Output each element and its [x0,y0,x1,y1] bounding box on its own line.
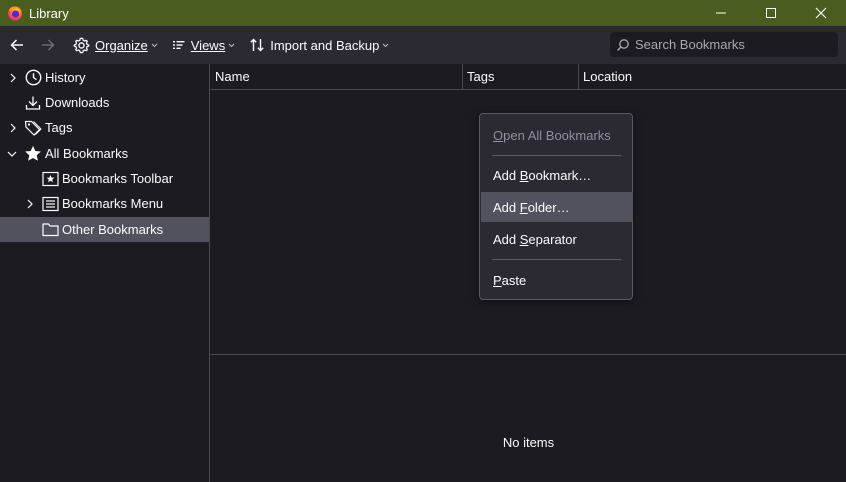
import-backup-menu-button[interactable]: Import and Backup [246,31,392,59]
sidebar-item-bookmarks-toolbar[interactable]: Bookmarks Toolbar [0,166,209,191]
menu-item-add-separator[interactable]: Add Separator [481,224,633,254]
column-label: Tags [467,69,495,84]
folder-icon [41,221,59,239]
toolbar: Organize Views Import and Backup [0,26,846,64]
sidebar-item-label: Downloads [45,95,110,110]
access-key: P [493,272,502,288]
search-input[interactable] [635,37,825,52]
sort-arrows-icon [250,38,264,52]
search-icon [617,38,629,51]
menu-item-label: Add Bookmark… [493,168,591,183]
chevron-down-icon [382,43,389,47]
back-button[interactable] [3,31,31,59]
label-suffix: ookmark… [528,167,592,183]
title-bar: Library [0,0,846,26]
sidebar-item-other-bookmarks[interactable]: Other Bookmarks [0,217,209,242]
clock-icon [24,69,42,87]
forward-arrow-icon [42,39,55,51]
label-suffix: aste [501,272,527,288]
menu-item-paste[interactable]: Paste [481,265,633,295]
menu-item-add-bookmark[interactable]: Add Bookmark… [481,160,633,190]
column-label: Location [583,69,633,84]
sidebar-item-label: Bookmarks Menu [62,196,164,211]
forward-button[interactable] [34,31,62,59]
empty-message: No items [502,435,555,450]
minimize-icon [716,12,726,14]
chevron-right-icon[interactable] [24,198,36,210]
sidebar-item-label: Bookmarks Toolbar [62,171,174,186]
firefox-icon [8,6,22,21]
label-suffix: eparator [528,231,577,247]
chevron-down-icon [228,43,235,47]
organize-menu-button[interactable]: Organize [70,31,161,59]
sidebar-item-tags[interactable]: Tags [0,115,209,140]
sidebar-item-bookmarks-menu[interactable]: Bookmarks Menu [0,191,209,216]
list-icon [172,41,185,49]
menu-item-label: Open All Bookmarks [493,128,611,143]
import-backup-label: Import and Backup [270,37,380,53]
access-key: F [519,199,528,215]
menu-item-label: Add Separator [493,232,577,247]
column-header-row: Name Tags Location [211,64,846,90]
search-box [610,32,838,57]
sidebar-tree: History Downloads Tags All Bookmarks Boo… [0,64,210,482]
sidebar-item-label: Tags [45,120,73,135]
label-suffix: pen All Bookmarks [503,127,611,143]
views-menu-button[interactable]: Views [169,31,238,59]
close-icon [815,7,827,19]
chevron-down-icon [151,43,158,47]
access-key: O [493,127,504,143]
bookmark-menu-icon [41,195,59,213]
column-header-name[interactable]: Name [211,64,463,89]
menu-separator [492,259,621,260]
views-label: Views [191,38,225,53]
organize-text: Organize [95,37,148,53]
window-title: Library [29,5,69,21]
organize-label: Organize [95,38,148,53]
menu-separator [492,155,621,156]
sidebar-item-label: History [45,70,86,85]
bookmark-toolbar-icon [41,170,59,188]
sidebar-item-all-bookmarks[interactable]: All Bookmarks [0,141,209,166]
menu-item-open-all-bookmarks[interactable]: Open All Bookmarks [481,120,633,150]
maximize-icon [766,8,776,18]
tag-icon [24,119,42,137]
chevron-right-icon[interactable] [7,122,19,134]
minimize-button[interactable] [696,0,746,26]
context-menu: Open All Bookmarks Add Bookmark… Add Fol… [479,113,633,300]
column-header-location[interactable]: Location [579,64,846,89]
star-icon [24,145,42,163]
maximize-button[interactable] [746,0,796,26]
download-icon [24,94,42,112]
back-arrow-icon [10,39,23,51]
sidebar-item-history[interactable]: History [0,65,209,90]
gear-icon [73,37,90,53]
label-suffix: older… [527,199,570,215]
menu-item-label: Add Folder… [493,200,570,215]
sidebar-item-label: Other Bookmarks [62,222,164,237]
menu-item-label: Paste [493,273,526,288]
sidebar-item-downloads[interactable]: Downloads [0,90,209,115]
column-label: Name [215,69,250,84]
label-prefix: Add [493,199,520,215]
chevron-right-icon[interactable] [7,72,19,84]
sidebar-item-label: All Bookmarks [45,146,129,161]
close-button[interactable] [796,0,846,26]
details-pane: No items [211,355,846,482]
chevron-down-icon[interactable] [6,148,18,160]
column-header-tags[interactable]: Tags [463,64,579,89]
menu-item-add-folder[interactable]: Add Folder… [481,192,633,222]
views-text: Views [190,37,226,53]
label-prefix: Add [493,167,520,183]
label-prefix: Add [493,231,520,247]
